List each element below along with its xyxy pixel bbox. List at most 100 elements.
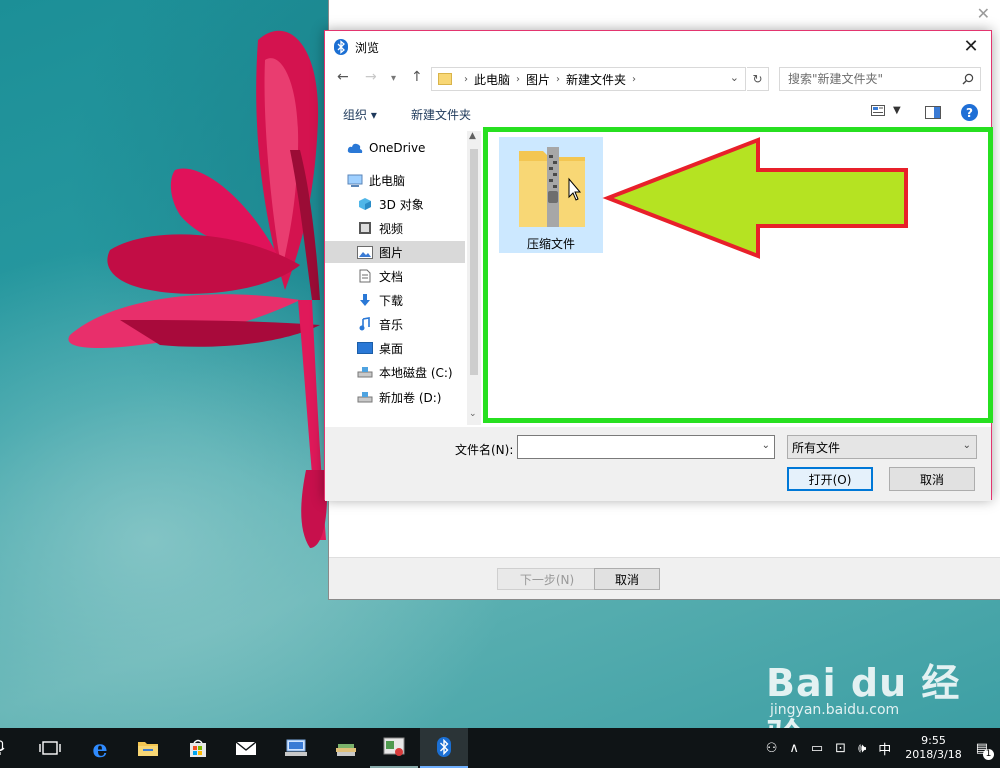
taskbar-library-app[interactable]	[322, 728, 370, 768]
nav-item-label: 图片	[379, 245, 404, 260]
dialog-title: 浏览	[355, 41, 380, 55]
breadcrumb-this-pc[interactable]: 此电脑	[474, 71, 510, 88]
chevron-right-icon[interactable]: ›	[556, 74, 560, 85]
cancel-button[interactable]: 取消	[889, 467, 975, 491]
cloud-icon	[347, 141, 363, 155]
breadcrumb-new-folder[interactable]: 新建文件夹	[566, 71, 626, 88]
filename-label: 文件名(N):	[455, 443, 514, 457]
scrollbar-thumb[interactable]	[470, 149, 478, 375]
taskbar-store[interactable]	[174, 728, 222, 768]
ime-indicator[interactable]: 中	[878, 739, 891, 758]
breadcrumb-pictures[interactable]: 图片	[526, 71, 550, 88]
new-folder-button[interactable]: 新建文件夹	[411, 106, 471, 123]
taskbar-file-explorer[interactable]	[124, 728, 172, 768]
up-arrow-icon[interactable]: ↑	[411, 69, 423, 85]
search-icon	[962, 73, 974, 85]
open-button[interactable]: 打开(O)	[787, 467, 873, 491]
picture-icon	[357, 245, 373, 259]
nav-item-5[interactable]: 文档	[325, 265, 465, 287]
chevron-right-icon[interactable]: ›	[516, 74, 520, 85]
preview-pane-icon[interactable]	[925, 106, 941, 119]
volume-icon[interactable]: 🕪	[858, 741, 866, 756]
cortana-mic-button[interactable]	[0, 728, 16, 768]
refresh-button[interactable]: ↻	[747, 67, 769, 91]
nav-item-8[interactable]: 桌面	[325, 337, 465, 359]
taskbar-edge[interactable]: e	[76, 728, 124, 768]
filetype-select[interactable]: 所有文件 ⌄	[787, 435, 977, 459]
watermark-url: jingyan.baidu.com	[770, 702, 900, 718]
chevron-right-icon[interactable]: ›	[464, 74, 468, 85]
chevron-down-icon[interactable]: ⌄	[762, 440, 770, 451]
control-panel-icon	[383, 737, 405, 756]
chevron-down-icon[interactable]: ⌄	[730, 71, 739, 84]
navigation-pane: OneDrive 此电脑 3D 对象 视频图片文档下载 音乐 桌面本地磁盘 (C:) 新加卷…	[325, 131, 481, 425]
view-options-button[interactable]: ▼	[871, 105, 901, 116]
folder-icon	[438, 73, 452, 85]
mail-icon	[235, 741, 257, 755]
taskbar: e ⚇ ∧ ▭ ⊡ 🕪 中 9:55 2018/3/18 ▤ 1	[0, 728, 1000, 768]
scroll-up-icon[interactable]: ▲	[469, 131, 476, 141]
chevron-right-icon[interactable]: ›	[632, 74, 636, 85]
organize-button[interactable]: 组织 ▾	[343, 106, 377, 123]
wizard-next-button[interactable]: 下一步(N)	[497, 568, 597, 590]
system-tray: ⚇ ∧ ▭ ⊡ 🕪 中 9:55 2018/3/18 ▤ 1	[760, 728, 1000, 768]
taskbar-mail[interactable]	[222, 728, 270, 768]
taskbar-control-panel[interactable]	[370, 728, 418, 768]
navigation-bar: ← → ▾ ↑ › 此电脑 › 图片 › 新建文件夹 › ⌄ ↻	[325, 65, 991, 93]
taskbar-clock[interactable]: 9:55 2018/3/18	[905, 734, 961, 762]
nav-item-label: 文档	[379, 269, 404, 284]
books-icon	[336, 744, 356, 756]
nav-item-4[interactable]: 图片	[325, 241, 465, 263]
nav-item-label: 本地磁盘 (C:)	[379, 365, 453, 380]
clock-date: 2018/3/18	[905, 748, 962, 761]
address-bar[interactable]: › 此电脑 › 图片 › 新建文件夹 › ⌄	[431, 67, 746, 91]
computer-icon	[347, 173, 363, 187]
download-icon	[357, 293, 373, 307]
nav-pane-scrollbar[interactable]: ▲ ⌄	[467, 131, 481, 425]
nav-item-1[interactable]: 此电脑	[325, 169, 465, 191]
chevron-up-icon[interactable]: ∧	[789, 741, 799, 756]
dialog-titlebar[interactable]: 浏览 ✕	[325, 31, 991, 63]
wizard-cancel-button[interactable]: 取消	[594, 568, 660, 590]
search-box[interactable]	[779, 67, 981, 91]
search-input[interactable]	[788, 72, 948, 86]
nav-item-2[interactable]: 3D 对象	[325, 193, 465, 215]
nav-item-6[interactable]: 下载	[325, 289, 465, 311]
taskbar-network-app[interactable]	[272, 728, 320, 768]
microphone-icon	[0, 740, 5, 755]
filename-input[interactable]	[518, 436, 748, 458]
nav-item-label: OneDrive	[369, 141, 426, 155]
power-icon[interactable]: ▭	[811, 741, 823, 756]
bluetooth-icon	[334, 39, 348, 55]
forward-arrow-icon[interactable]: →	[365, 69, 377, 85]
video-icon	[357, 221, 373, 235]
drive-icon	[357, 365, 373, 379]
filename-combobox[interactable]: ⌄	[517, 435, 775, 459]
filetype-selected-value: 所有文件	[792, 440, 841, 455]
notification-count-badge: 1	[983, 748, 994, 760]
people-icon[interactable]: ⚇	[766, 741, 778, 756]
back-arrow-icon[interactable]: ←	[337, 69, 349, 85]
drive-icon	[357, 390, 373, 404]
command-toolbar: 组织 ▾ 新建文件夹 ▼ ?	[325, 99, 991, 127]
task-view-button[interactable]	[26, 728, 74, 768]
left-arrow-annotation	[602, 137, 908, 259]
nav-item-9[interactable]: 本地磁盘 (C:)	[325, 361, 465, 383]
refresh-icon: ↻	[752, 72, 763, 86]
nav-item-7[interactable]: 音乐	[325, 313, 465, 335]
nav-item-3[interactable]: 视频	[325, 217, 465, 239]
taskbar-bluetooth-app[interactable]	[420, 728, 468, 768]
help-icon[interactable]: ?	[961, 104, 978, 121]
task-view-icon	[39, 741, 61, 755]
scroll-down-icon[interactable]: ⌄	[469, 409, 477, 419]
wizard-close-icon[interactable]: ✕	[977, 4, 990, 23]
nav-item-0[interactable]: OneDrive	[325, 137, 465, 159]
action-center-button[interactable]: ▤ 1	[976, 741, 994, 760]
store-icon	[190, 739, 206, 757]
network-icon[interactable]: ⊡	[835, 741, 846, 756]
close-icon[interactable]: ✕	[959, 36, 983, 57]
dialog-bottom-panel: 文件名(N): ⌄ 所有文件 ⌄ 打开(O) 取消	[325, 427, 991, 501]
cube-icon	[357, 197, 373, 211]
nav-item-10[interactable]: 新加卷 (D:)	[325, 386, 465, 408]
history-chevron-down-icon[interactable]: ▾	[391, 73, 396, 84]
